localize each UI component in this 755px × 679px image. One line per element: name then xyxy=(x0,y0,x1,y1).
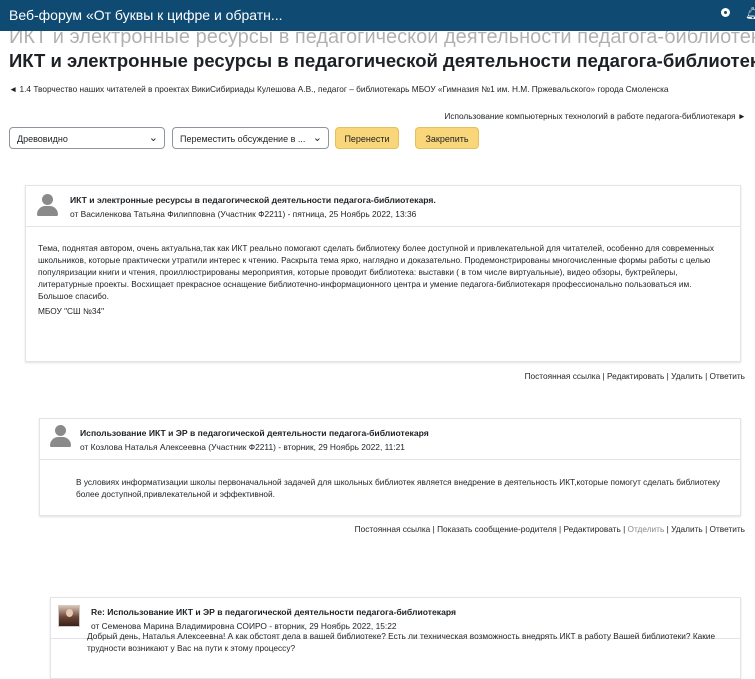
bell-icon[interactable]: 🔔︎ xyxy=(745,6,755,20)
display-mode-select[interactable]: Древовидно ⌄ xyxy=(9,127,165,149)
chevron-down-icon: ⌄ xyxy=(148,132,158,144)
permalink-link[interactable]: Постоянная ссылка xyxy=(525,371,601,381)
post-subject: ИКТ и электронные ресурсы в педагогическ… xyxy=(70,195,436,205)
move-button[interactable]: Перенести xyxy=(335,127,399,149)
post-content: Тема, поднятая автором, очень актуальна,… xyxy=(38,242,728,320)
avatar[interactable] xyxy=(49,425,71,447)
move-discussion-value: Переместить обсуждение в ... xyxy=(180,134,306,144)
post-header: ИКТ и электронные ресурсы в педагогическ… xyxy=(26,186,740,227)
post-content: В условиях информатизации школы первонач… xyxy=(76,476,736,503)
post-byline: от Василенкова Татьяна Филипповна (Участ… xyxy=(70,209,417,219)
show-parent-link[interactable]: Показать сообщение-родителя xyxy=(437,524,557,534)
forum-post: ИКТ и электронные ресурсы в педагогическ… xyxy=(25,185,741,362)
next-discussion-link[interactable]: Использование компьютерных технологий в … xyxy=(444,111,746,121)
reply-link[interactable]: Ответить xyxy=(710,524,745,534)
chevron-down-icon: ⌄ xyxy=(312,132,322,144)
post-paragraph: В условиях информатизации школы первонач… xyxy=(76,477,721,499)
page-title: ИКТ и электронные ресурсы в педагогическ… xyxy=(9,50,755,71)
display-mode-value: Древовидно xyxy=(17,134,68,144)
prev-discussion-link[interactable]: ◄ 1.4 Творчество наших читателей в проек… xyxy=(9,83,739,95)
move-discussion-select[interactable]: Переместить обсуждение в ... ⌄ xyxy=(172,127,329,149)
forum-post: Re: Использование ИКТ и ЭР в педагогичес… xyxy=(50,597,741,679)
split-link[interactable]: Отделить xyxy=(628,524,665,534)
delete-link[interactable]: Удалить xyxy=(671,524,703,534)
post-paragraph: Тема, поднятая автором, очень актуальна,… xyxy=(38,243,714,301)
edit-link[interactable]: Редактировать xyxy=(563,524,620,534)
edit-link[interactable]: Редактировать xyxy=(607,371,664,381)
permalink-link[interactable]: Постоянная ссылка xyxy=(355,524,431,534)
delete-link[interactable]: Удалить xyxy=(671,371,703,381)
post-paragraph: Добрый день, Наталья Алексеевна! А как о… xyxy=(87,631,716,653)
post-commands: Постоянная ссылка | Показать сообщение-р… xyxy=(354,524,745,534)
post-commands: Постоянная ссылка | Редактировать | Удал… xyxy=(524,371,745,381)
gear-icon[interactable] xyxy=(721,8,730,17)
post-subject: Re: Использование ИКТ и ЭР в педагогичес… xyxy=(91,607,457,617)
post-byline: от Козлова Наталья Алексеевна (Участник … xyxy=(80,442,405,452)
site-title[interactable]: Веб-форум «От буквы к цифре и обратн... xyxy=(9,7,283,23)
post-header: Использование ИКТ и ЭР в педагогической … xyxy=(40,419,740,460)
top-navbar: Веб-форум «От буквы к цифре и обратн... … xyxy=(0,0,755,31)
post-signature: МБОУ "СШ №34" xyxy=(38,306,105,316)
avatar[interactable] xyxy=(58,605,80,627)
avatar[interactable] xyxy=(36,194,58,216)
forum-post: Использование ИКТ и ЭР в педагогической … xyxy=(39,418,741,516)
reply-link[interactable]: Ответить xyxy=(710,371,745,381)
post-content: Добрый день, Наталья Алексеевна! А как о… xyxy=(87,630,733,657)
post-subject: Использование ИКТ и ЭР в педагогической … xyxy=(80,428,429,438)
pin-button[interactable]: Закрепить xyxy=(415,127,479,149)
